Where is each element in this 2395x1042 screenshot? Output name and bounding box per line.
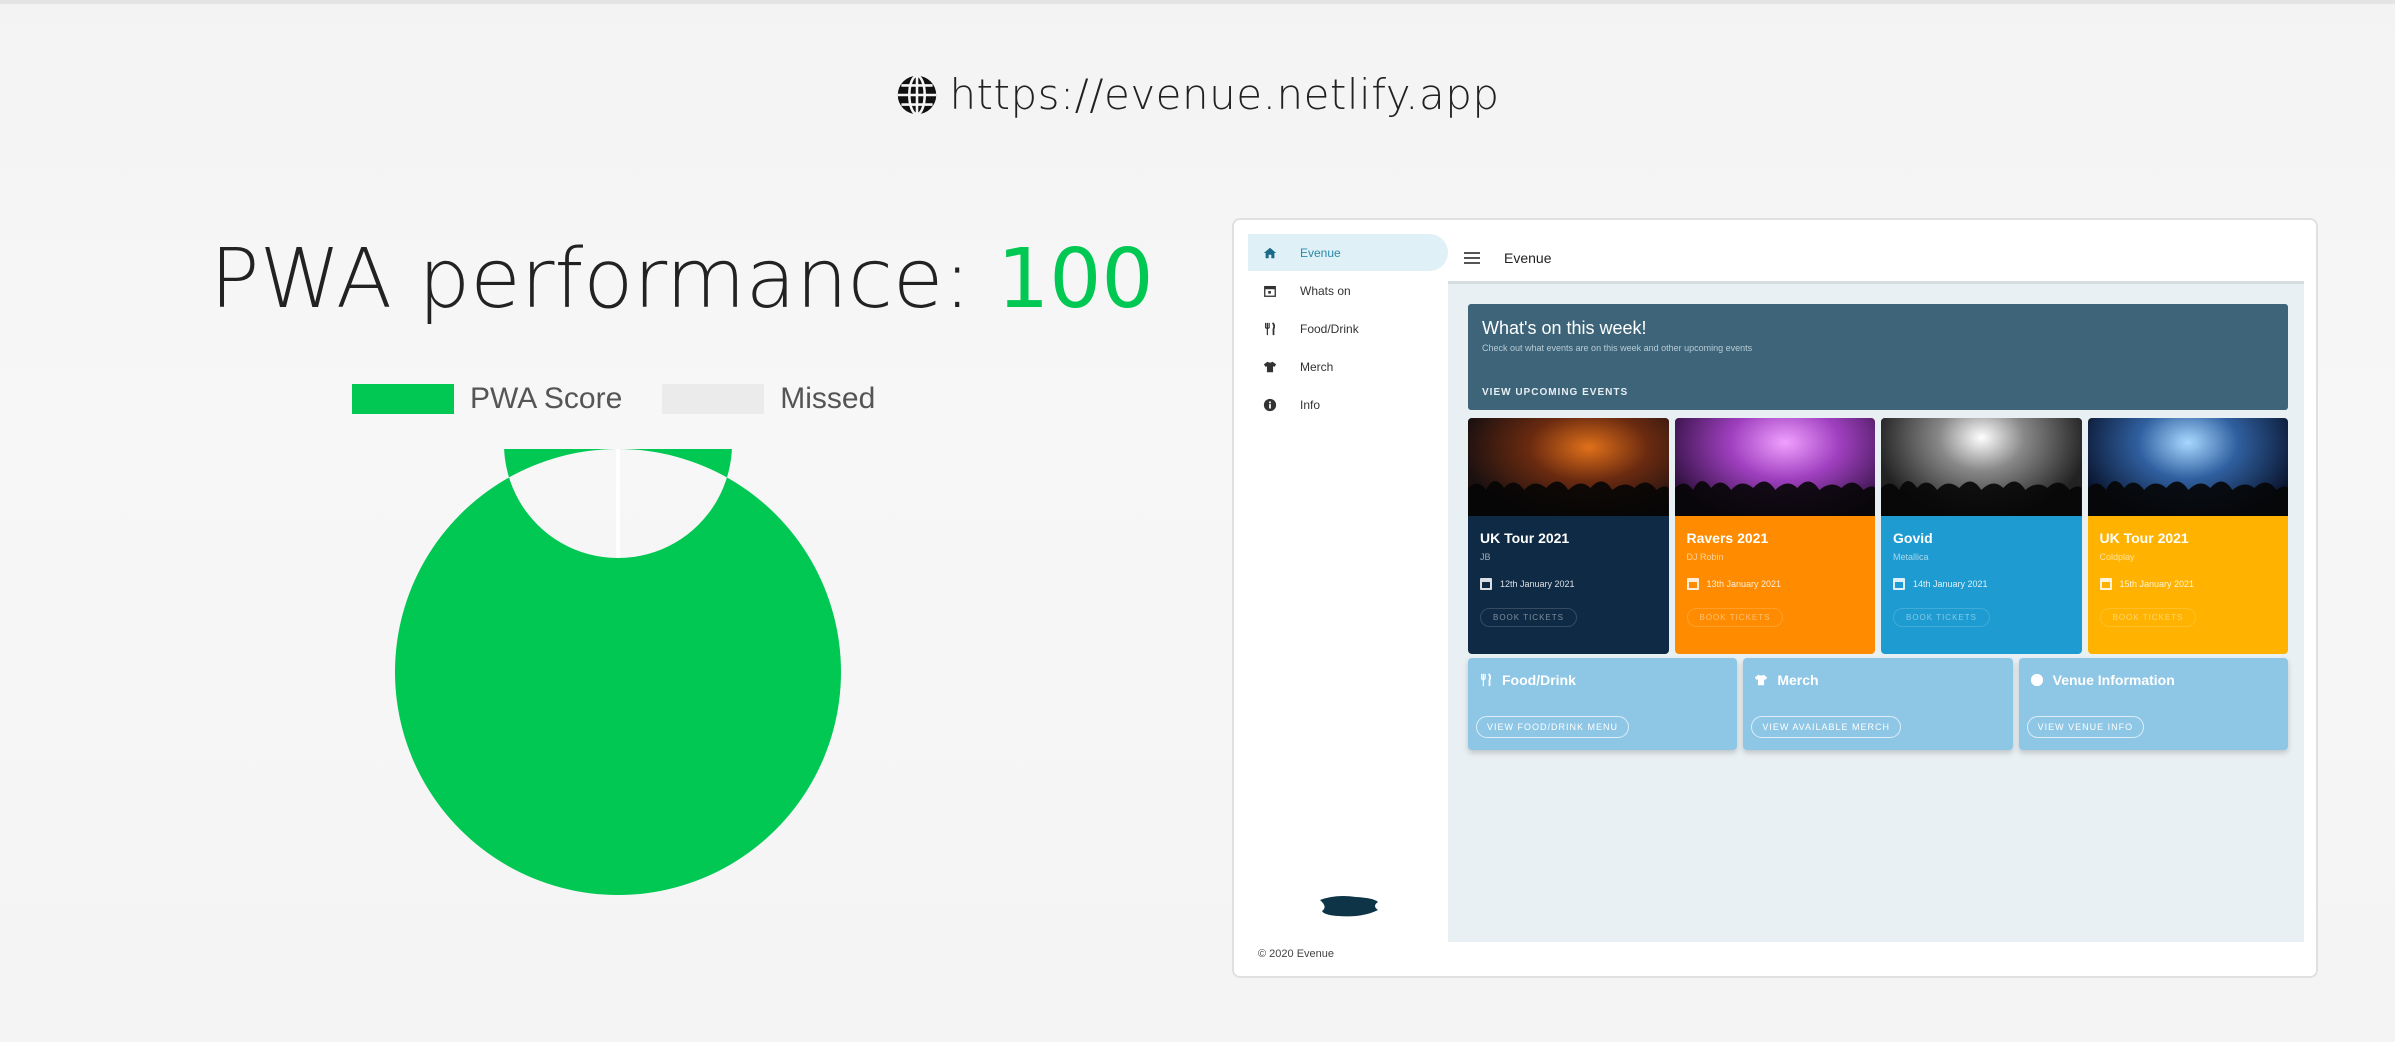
- info-card-button[interactable]: VIEW FOOD/DRINK MENU: [1476, 716, 1630, 738]
- legend-item-missed: Missed: [662, 382, 875, 416]
- event-date: 15th January 2021: [2099, 578, 2277, 590]
- event-cards: UK Tour 2021 JB 12th January 2021 BOOK TICK…: [1468, 418, 2288, 654]
- info-card-button[interactable]: VIEW AVAILABLE MERCH: [1751, 716, 1902, 738]
- event-date: 12th January 2021: [1480, 578, 1657, 590]
- info-card-title-text: Merch: [1777, 672, 1819, 688]
- book-tickets-button[interactable]: BOOK TICKETS: [2099, 608, 2197, 627]
- chart-legend: PWA Score Missed: [352, 382, 899, 416]
- book-tickets-button[interactable]: BOOK TICKETS: [1893, 608, 1990, 627]
- score-label: PWA performance:: [210, 232, 998, 327]
- app-screenshot: Evenue Whats on Food/Drink Merch Info Evenue…: [1232, 218, 2318, 978]
- info-card-title-text: Food/Drink: [1502, 672, 1576, 688]
- evenue-logo: [1320, 896, 1378, 917]
- app-topbar: Evenue: [1448, 234, 2304, 284]
- event-date-text: 14th January 2021: [1913, 579, 1988, 589]
- top-divider: [0, 0, 2395, 4]
- event-name: UK Tour 2021: [2099, 530, 2189, 546]
- nav-item-label: Merch: [1300, 359, 1334, 374]
- nav-item-label: Evenue: [1300, 245, 1341, 260]
- legend-swatch-missed: [662, 384, 765, 414]
- event-image: [1674, 418, 1875, 516]
- info-icon: [2029, 672, 2045, 688]
- event-date: 14th January 2021: [1893, 578, 2070, 590]
- nav-item-label: Info: [1300, 397, 1321, 412]
- nav-item-info[interactable]: Info: [1248, 386, 1448, 423]
- view-upcoming-events-button[interactable]: VIEW UPCOMING EVENTS: [1482, 387, 1628, 398]
- info-card-title: Venue Information: [2029, 672, 2278, 688]
- app-footer: © 2020 Evenue: [1248, 942, 2304, 966]
- event-image: [2087, 418, 2288, 516]
- event-body: UK Tour 2021 Coldplay 15th January 2021 BOO…: [2088, 516, 2289, 641]
- nav-item-label: Whats on: [1300, 283, 1351, 298]
- event-card: Govid Metallica 14th January 2021 BOOK TICK…: [1881, 418, 2082, 654]
- event-card: UK Tour 2021 JB 12th January 2021 BOOK TICK…: [1468, 418, 1669, 654]
- shirt-icon: [1753, 672, 1769, 688]
- event-name: UK Tour 2021: [1480, 530, 1570, 546]
- nav-item-food-drink[interactable]: Food/Drink: [1248, 310, 1448, 347]
- app-sidebar: Evenue Whats on Food/Drink Merch Info: [1248, 234, 1448, 942]
- home-icon: [1262, 245, 1278, 261]
- info-card-food-drink: Food/Drink VIEW FOOD/DRINK MENU: [1468, 658, 1738, 750]
- utensils-icon: [1478, 672, 1494, 688]
- event-date-text: 15th January 2021: [2119, 579, 2195, 589]
- info-card-venue-information: Venue Information VIEW VENUE INFO: [2018, 658, 2288, 750]
- legend-item-score: PWA Score: [352, 382, 622, 416]
- app-title: Evenue: [1504, 249, 1552, 266]
- app-main: Evenue What's on this week! Check out wh…: [1448, 234, 2304, 942]
- calendar-icon: [1262, 283, 1278, 299]
- event-artist: JB: [1480, 552, 1491, 562]
- calendar-icon: [2099, 578, 2112, 590]
- event-date: 13th January 2021: [1686, 578, 1864, 590]
- url-header: https://evenue.netlify.app: [0, 70, 2395, 119]
- score-value: 100: [997, 232, 1154, 327]
- nav-item-label: Food/Drink: [1300, 321, 1359, 336]
- utensils-icon: [1262, 321, 1278, 337]
- nav-item-whats-on[interactable]: Whats on: [1248, 272, 1448, 309]
- info-icon: [1262, 397, 1278, 413]
- event-image: [1468, 418, 1669, 516]
- event-name: Govid: [1893, 530, 1933, 546]
- event-body: Govid Metallica 14th January 2021 BOOK TICK…: [1881, 516, 2082, 641]
- legend-label-missed: Missed: [780, 382, 876, 415]
- info-card-title-text: Venue Information: [2052, 672, 2175, 688]
- info-card-title: Merch: [1753, 672, 2002, 688]
- shirt-icon: [1262, 359, 1278, 375]
- calendar-icon: [1686, 578, 1699, 590]
- info-card-merch: Merch VIEW AVAILABLE MERCH: [1743, 658, 2013, 750]
- event-artist: DJ Robin: [1686, 552, 1724, 562]
- calendar-icon: [1893, 578, 1905, 590]
- event-name: Ravers 2021: [1686, 530, 1769, 546]
- nav-item-evenue[interactable]: Evenue: [1248, 234, 1448, 271]
- info-card-button[interactable]: VIEW VENUE INFO: [2026, 716, 2145, 738]
- event-card: Ravers 2021 DJ Robin 13th January 2021 BOOK…: [1674, 418, 1876, 654]
- event-date-text: 12th January 2021: [1500, 579, 1575, 589]
- nav-list: Evenue Whats on Food/Drink Merch Info: [1248, 234, 1448, 423]
- calendar-icon: [1480, 578, 1492, 590]
- pwa-donut-chart: [395, 449, 841, 895]
- event-body: UK Tour 2021 JB 12th January 2021 BOOK TICK…: [1468, 516, 1669, 641]
- event-image: [1881, 418, 2082, 516]
- info-cards: Food/Drink VIEW FOOD/DRINK MENU Merch VIEW …: [1468, 658, 2288, 750]
- book-tickets-button[interactable]: BOOK TICKETS: [1480, 608, 1577, 627]
- score-title: PWA performance: 100: [210, 232, 1154, 327]
- menu-icon[interactable]: [1464, 251, 1480, 264]
- event-artist: Coldplay: [2099, 552, 2135, 562]
- event-card: UK Tour 2021 Coldplay 15th January 2021 BOO…: [2087, 418, 2289, 654]
- event-date-text: 13th January 2021: [1706, 579, 1782, 589]
- info-card-title: Food/Drink: [1478, 672, 1727, 688]
- globe-icon: [898, 73, 937, 116]
- hero-subtitle: Check out what events are on this week a…: [1482, 343, 1753, 353]
- whats-on-banner: What's on this week! Check out what even…: [1468, 304, 2288, 410]
- hero-title: What's on this week!: [1482, 318, 1647, 338]
- url-text: https://evenue.netlify.app: [949, 70, 1500, 119]
- nav-item-merch[interactable]: Merch: [1248, 348, 1448, 385]
- book-tickets-button[interactable]: BOOK TICKETS: [1686, 608, 1784, 627]
- legend-swatch-score: [352, 384, 454, 414]
- legend-label-score: PWA Score: [470, 382, 623, 415]
- event-body: Ravers 2021 DJ Robin 13th January 2021 BOOK…: [1675, 516, 1876, 641]
- event-artist: Metallica: [1893, 552, 1929, 562]
